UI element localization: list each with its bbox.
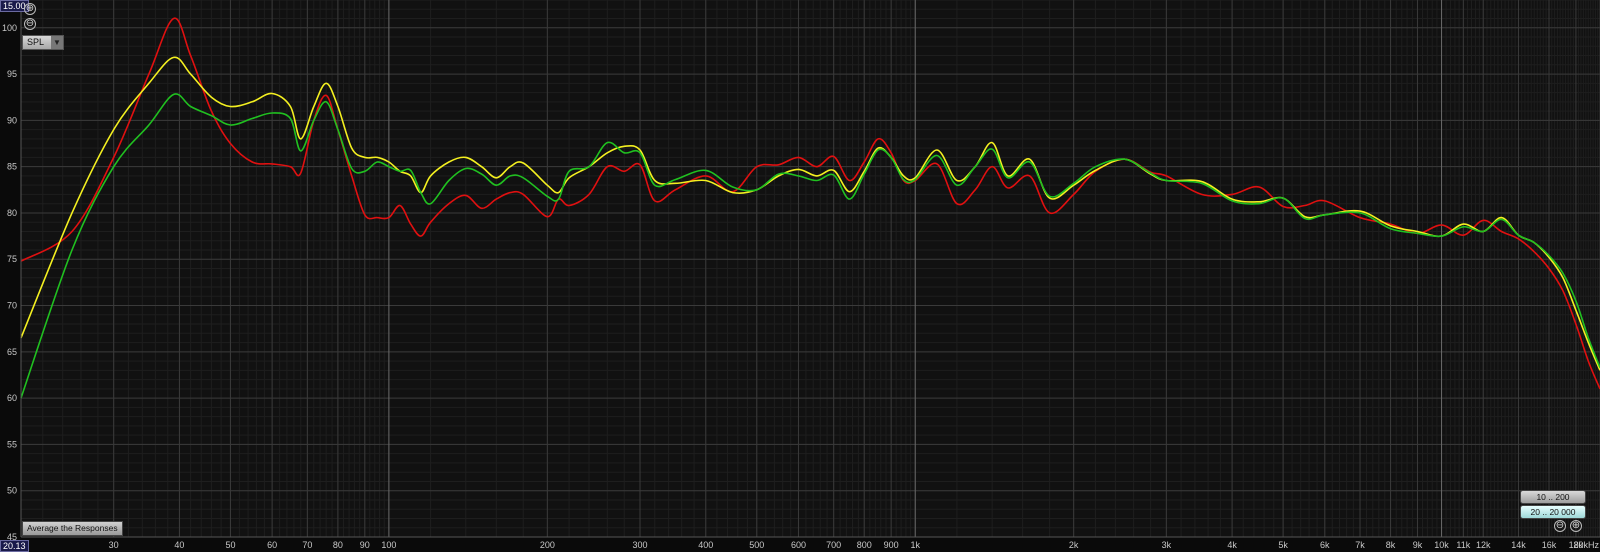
x-tick-label: 700 <box>826 540 841 550</box>
frequency-response-plot[interactable]: 455055606570758085909510030 40 50 60 70 80 90 1… <box>0 0 1600 552</box>
x-tick-label: 40 <box>174 540 184 550</box>
x-tick-label: 60 <box>267 540 277 550</box>
x-tick-label: 2k <box>1069 540 1079 550</box>
x-tick-label: 900 <box>884 540 899 550</box>
chevron-down-icon[interactable]: ▼ <box>51 36 63 49</box>
spl-graph-window: 45 50 55 60 65 70 75 80 85 90 95 100 30 40 50 60 70 80 90 1… <box>0 0 1600 552</box>
x-tick-label: 4k <box>1227 540 1237 550</box>
y-tick-label: 70 <box>7 301 17 311</box>
x-tick-label: 12k <box>1476 540 1491 550</box>
average-responses-button[interactable]: Average the Responses <box>22 521 123 536</box>
x-tick-label: 100 <box>381 540 396 550</box>
x-tick-label: 800 <box>857 540 872 550</box>
spl-mode-label: SPL <box>27 37 45 47</box>
y-tick-label: 65 <box>7 347 17 357</box>
x-tick-label: 20kHz <box>1573 540 1599 550</box>
y-tick-label: 80 <box>7 208 17 218</box>
y-tick-label: 55 <box>7 439 17 449</box>
zoom-in-y-icon[interactable]: ⊕ <box>24 3 36 15</box>
x-tick-label: 6k <box>1320 540 1330 550</box>
y-tick-label: 50 <box>7 486 17 496</box>
x-tick-label: 200 <box>540 540 555 550</box>
y-tick-label: 90 <box>7 115 17 125</box>
x-axis-left-value[interactable]: 20.13 <box>0 540 29 552</box>
range-10-200-button[interactable]: 10 .. 200 <box>1520 490 1586 504</box>
y-tick-label: 75 <box>7 254 17 264</box>
spl-mode-dropdown[interactable]: SPL ▼ <box>22 35 64 50</box>
x-tick-label: 9k <box>1413 540 1423 550</box>
x-tick-label: 50 <box>225 540 235 550</box>
x-tick-label: 90 <box>360 540 370 550</box>
x-tick-label: 3k <box>1162 540 1172 550</box>
y-tick-label: 100 <box>2 23 17 33</box>
x-tick-label: 7k <box>1355 540 1365 550</box>
x-tick-label: 70 <box>302 540 312 550</box>
x-tick-label: 16k <box>1542 540 1557 550</box>
x-tick-label: 30 <box>109 540 119 550</box>
x-tick-label: 300 <box>633 540 648 550</box>
zoom-in-x-icon[interactable]: ⊕ <box>1570 520 1582 532</box>
y-tick-label: 85 <box>7 162 17 172</box>
y-tick-label: 60 <box>7 393 17 403</box>
zoom-out-y-icon[interactable]: ⊖ <box>24 18 36 30</box>
x-tick-label: 8k <box>1386 540 1396 550</box>
range-20-20000-button[interactable]: 20 .. 20 000 <box>1520 505 1586 519</box>
x-tick-label: 5k <box>1278 540 1288 550</box>
x-tick-label: 14k <box>1511 540 1526 550</box>
x-tick-label: 400 <box>698 540 713 550</box>
x-tick-label: 10k <box>1434 540 1449 550</box>
y-tick-label: 95 <box>7 69 17 79</box>
x-tick-label: 1k <box>910 540 920 550</box>
x-tick-label: 600 <box>791 540 806 550</box>
zoom-out-x-icon[interactable]: ⊖ <box>1554 520 1566 532</box>
x-tick-label: 11k <box>1456 540 1470 550</box>
x-tick-label: 80 <box>333 540 343 550</box>
x-tick-label: 500 <box>749 540 764 550</box>
